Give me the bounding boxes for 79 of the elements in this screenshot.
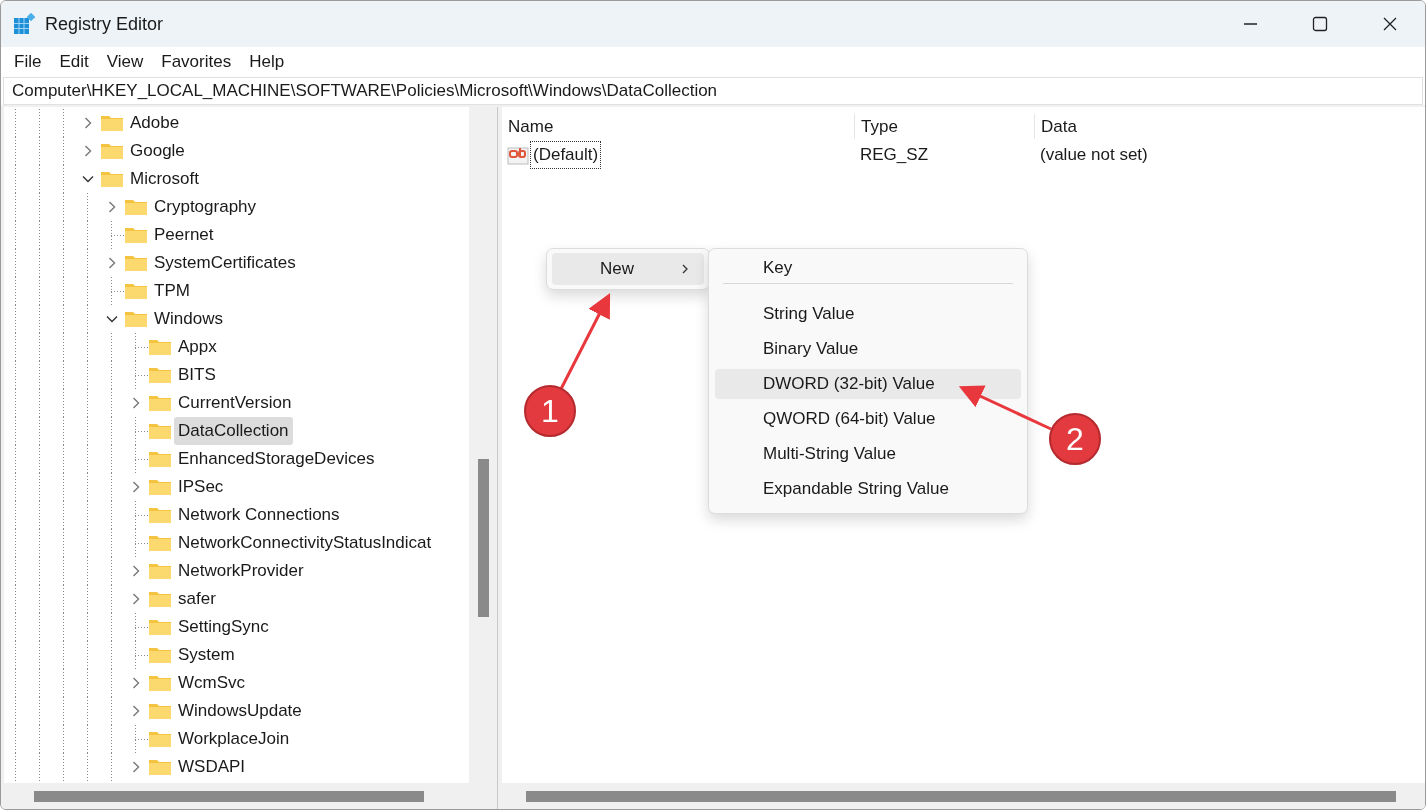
menu-item[interactable]: New <box>552 253 704 285</box>
tree-item[interactable]: CurrentVersion <box>174 389 296 417</box>
tree-item[interactable]: WcmSvc <box>174 669 250 697</box>
menu-item[interactable]: View <box>97 49 153 75</box>
folder-icon <box>100 142 124 160</box>
folder-icon <box>148 422 172 440</box>
tree-item[interactable]: NetworkConnectivityStatusIndicat <box>174 529 436 557</box>
step-marker: 2 <box>1049 413 1101 465</box>
string-value-icon <box>506 144 530 166</box>
tree-item[interactable]: DataCollection <box>174 417 293 445</box>
scrollbar-thumb[interactable] <box>34 790 424 802</box>
folder-icon <box>148 338 172 356</box>
close-icon <box>1382 16 1398 32</box>
tree-item[interactable]: Network Connections <box>174 501 344 529</box>
folder-icon <box>148 618 172 636</box>
menu-item[interactable]: QWORD (64-bit) Value <box>715 404 1021 434</box>
tree-item[interactable]: Appx <box>174 333 221 361</box>
folder-icon <box>148 450 172 468</box>
tree-item[interactable]: WSDAPI <box>174 753 250 781</box>
tree-item[interactable]: WorkplaceJoin <box>174 725 294 753</box>
column-header[interactable]: Data <box>1034 113 1424 139</box>
column-header[interactable]: Type <box>854 113 1034 139</box>
value-data: (value not set) <box>1039 144 1149 167</box>
tree-item[interactable]: System <box>174 641 239 669</box>
folder-icon <box>124 310 148 328</box>
step-marker: 1 <box>524 385 576 437</box>
window-title: Registry Editor <box>45 12 164 36</box>
menu-item[interactable]: DWORD (32-bit) Value <box>715 369 1021 399</box>
menu-item[interactable]: Expandable String Value <box>715 474 1021 504</box>
scrollbar-thumb[interactable] <box>526 790 1396 802</box>
folder-icon <box>124 282 148 300</box>
tree-item[interactable]: Peernet <box>150 221 218 249</box>
tree-item[interactable]: safer <box>174 585 220 613</box>
folder-icon <box>148 394 172 412</box>
folder-icon <box>148 758 172 776</box>
folder-icon <box>148 534 172 552</box>
tree-item[interactable]: SystemCertificates <box>150 249 300 277</box>
menu-item[interactable]: Key <box>715 253 1021 283</box>
folder-icon <box>148 590 172 608</box>
menu-item[interactable]: Favorites <box>152 49 241 75</box>
tree-item[interactable]: EnhancedStorageDevices <box>174 445 379 473</box>
menu-item[interactable]: String Value <box>715 299 1021 329</box>
menu-item[interactable]: Multi-String Value <box>715 439 1021 469</box>
folder-icon <box>100 114 124 132</box>
folder-icon <box>124 198 148 216</box>
menu-item[interactable]: Binary Value <box>715 334 1021 364</box>
tree-item[interactable]: NetworkProvider <box>174 557 308 585</box>
tree-item[interactable]: Windows <box>150 305 227 333</box>
value-type: REG_SZ <box>859 144 930 167</box>
tree-item[interactable]: Cryptography <box>150 193 261 221</box>
folder-icon <box>148 366 172 384</box>
folder-icon <box>148 562 172 580</box>
menu-item[interactable]: File <box>5 49 51 75</box>
scrollbar-thumb[interactable] <box>477 459 489 617</box>
folder-icon <box>148 674 172 692</box>
folder-icon <box>148 702 172 720</box>
folder-icon <box>148 730 172 748</box>
minimize-icon <box>1243 23 1257 25</box>
value-name[interactable]: (Default) <box>530 141 602 169</box>
registry-app-icon <box>13 13 35 35</box>
maximize-icon <box>1312 16 1328 32</box>
tree-item[interactable]: WindowsUpdate <box>174 697 306 725</box>
tree-item[interactable]: IPSec <box>174 473 228 501</box>
folder-icon <box>100 170 124 188</box>
tree-item[interactable]: Adobe <box>126 109 184 137</box>
folder-icon <box>124 226 148 244</box>
tree-item[interactable]: TPM <box>150 277 194 305</box>
folder-icon <box>124 254 148 272</box>
folder-icon <box>148 478 172 496</box>
folder-icon <box>148 506 172 524</box>
tree-item[interactable]: SettingSync <box>174 613 273 641</box>
tree-item[interactable]: BITS <box>174 361 220 389</box>
tree-item[interactable]: Microsoft <box>126 165 203 193</box>
menu-item[interactable]: Edit <box>50 49 98 75</box>
column-header[interactable]: Name <box>502 113 854 139</box>
address-bar[interactable]: Computer\HKEY_LOCAL_MACHINE\SOFTWARE\Policies\Microsoft\Windows\DataCollection <box>3 77 1423 105</box>
folder-icon <box>148 646 172 664</box>
menu-item[interactable]: Help <box>240 49 294 75</box>
tree-item[interactable]: Google <box>126 137 189 165</box>
